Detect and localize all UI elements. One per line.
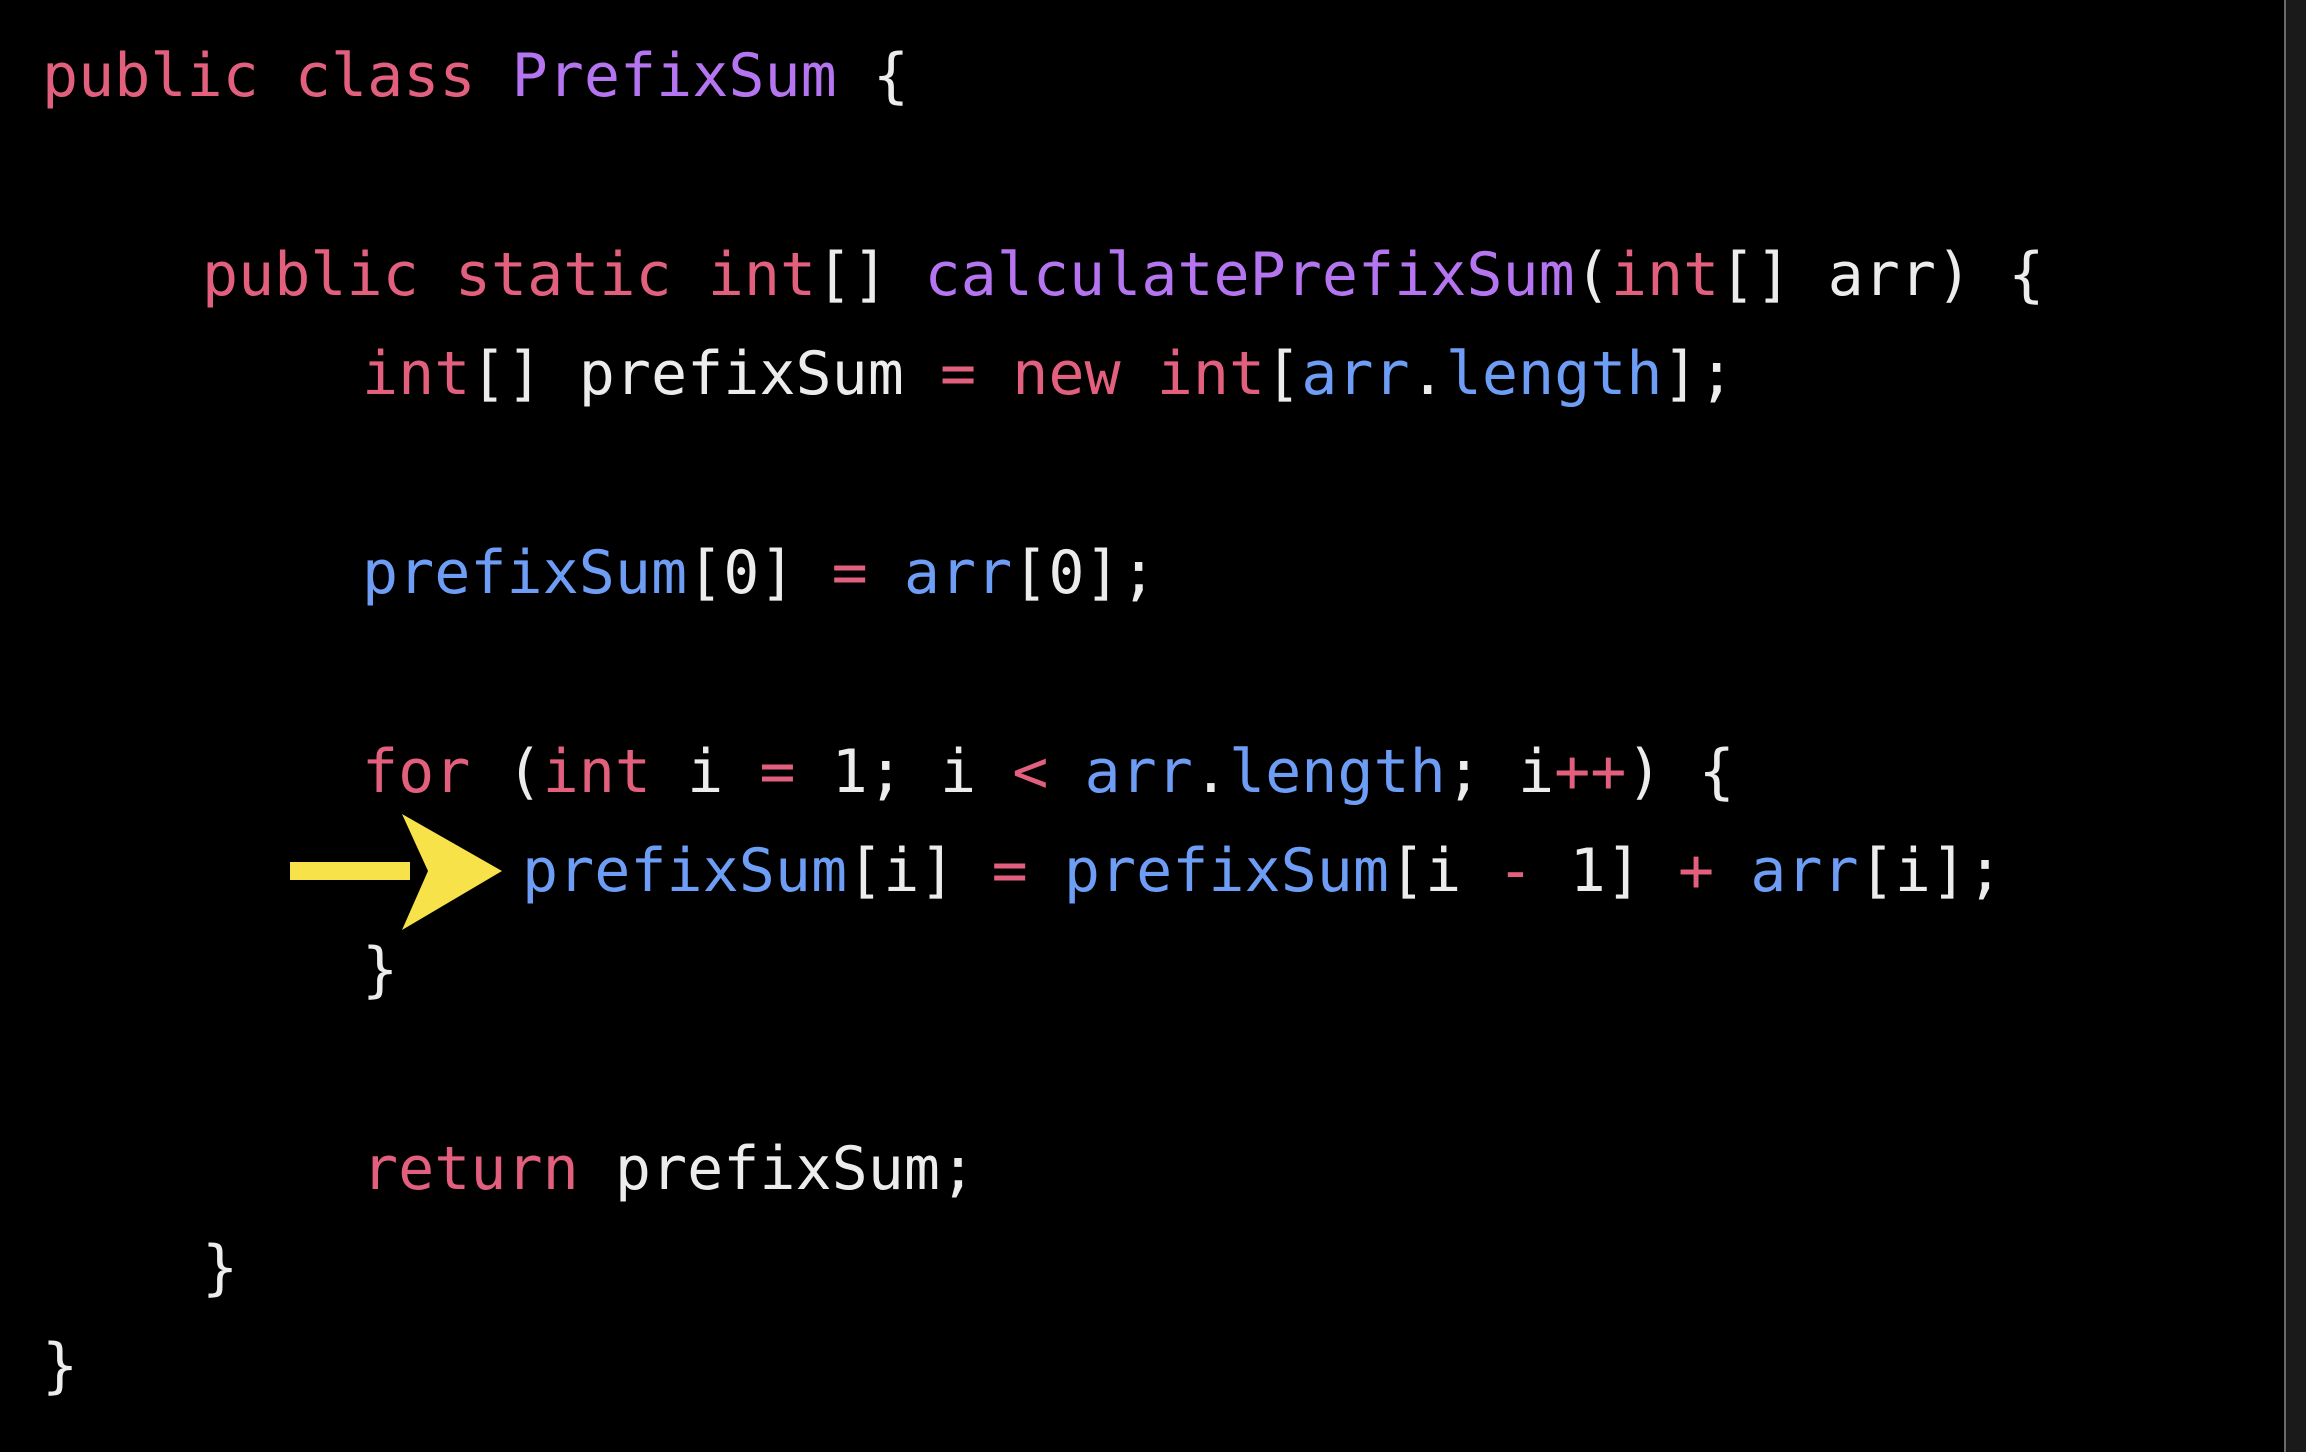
code-token-variable: prefixSum bbox=[522, 836, 848, 906]
code-token-punctuation bbox=[1714, 836, 1750, 906]
code-token-punctuation bbox=[1048, 737, 1084, 807]
code-token-punctuation bbox=[1121, 339, 1157, 409]
code-token-operator: = bbox=[991, 836, 1028, 906]
code-token-keyword: int bbox=[362, 339, 471, 409]
code-token-variable: arr bbox=[1301, 339, 1410, 409]
code-token-variable: arr bbox=[1084, 737, 1193, 807]
code-line: int[] prefixSum = new int[arr.length]; bbox=[362, 324, 1735, 424]
code-line: prefixSum[0] = arr[0]; bbox=[362, 523, 1157, 623]
code-token-punctuation: ; i bbox=[1445, 737, 1555, 807]
code-token-punctuation bbox=[1028, 836, 1064, 906]
code-token-punctuation: [0]; bbox=[1012, 538, 1157, 608]
code-token-type-name: PrefixSum bbox=[511, 41, 837, 111]
code-token-operator: = bbox=[939, 339, 977, 409]
arrow-shaft bbox=[290, 862, 410, 880]
code-token-punctuation: ) { bbox=[1626, 737, 1735, 807]
code-token-punctuation: ( bbox=[1574, 240, 1611, 310]
code-token-variable: arr bbox=[903, 538, 1013, 608]
code-token-punctuation bbox=[419, 240, 455, 310]
code-token-punctuation: [i]; bbox=[1858, 836, 2004, 906]
code-token-operator: - bbox=[1497, 836, 1534, 906]
code-line: } bbox=[42, 1316, 78, 1416]
code-token-variable: prefixSum bbox=[362, 538, 688, 608]
code-token-variable: prefixSum bbox=[1063, 836, 1389, 906]
code-token-punctuation: . bbox=[1409, 339, 1446, 409]
arrow-right-icon bbox=[290, 814, 502, 930]
code-token-punctuation: } bbox=[362, 935, 399, 1005]
code-token-punctuation: . bbox=[1192, 737, 1229, 807]
code-token-variable: arr bbox=[1750, 836, 1859, 906]
code-token-keyword: public bbox=[202, 240, 419, 310]
code-token-operator: = bbox=[831, 538, 868, 608]
code-token-punctuation bbox=[259, 41, 295, 111]
code-line: } bbox=[362, 920, 398, 1020]
code-token-punctuation bbox=[868, 538, 904, 608]
code-token-punctuation: [0] bbox=[687, 538, 832, 608]
code-token-punctuation: i bbox=[651, 737, 760, 807]
code-token-keyword: return bbox=[362, 1134, 579, 1204]
code-token-type-name: calculatePrefixSum bbox=[924, 240, 1575, 310]
code-token-keyword: public bbox=[42, 41, 259, 111]
code-line: public class PrefixSum { bbox=[42, 26, 909, 126]
code-token-punctuation: ( bbox=[470, 737, 543, 807]
code-token-punctuation bbox=[476, 41, 512, 111]
code-token-keyword: int bbox=[707, 240, 817, 310]
code-token-punctuation: prefixSum; bbox=[578, 1134, 977, 1204]
code-view: public class PrefixSum {public static in… bbox=[0, 0, 2284, 1452]
code-token-punctuation: } bbox=[42, 1331, 79, 1401]
code-token-keyword: static bbox=[454, 240, 672, 310]
code-line: return prefixSum; bbox=[362, 1119, 976, 1219]
code-token-punctuation: 1] bbox=[1533, 836, 1678, 906]
code-token-punctuation: [] prefixSum bbox=[470, 339, 940, 409]
code-line: public static int[] calculatePrefixSum(i… bbox=[202, 225, 2044, 325]
code-token-punctuation bbox=[672, 240, 708, 310]
code-token-punctuation: [] bbox=[816, 240, 925, 310]
window-edge bbox=[2286, 0, 2306, 1452]
code-token-operator: < bbox=[1012, 737, 1049, 807]
code-token-variable: length bbox=[1229, 737, 1446, 807]
code-token-punctuation: [] arr) { bbox=[1719, 240, 2045, 310]
code-token-keyword: for bbox=[362, 737, 471, 807]
code-line: } bbox=[202, 1218, 238, 1318]
code-token-punctuation bbox=[976, 339, 1012, 409]
code-token-punctuation: 1; i bbox=[795, 737, 1013, 807]
code-token-punctuation: { bbox=[836, 41, 909, 111]
code-token-keyword: class bbox=[294, 41, 476, 111]
code-line: for (int i = 1; i < arr.length; i++) { bbox=[362, 722, 1735, 822]
code-token-keyword: int bbox=[1156, 339, 1266, 409]
code-token-punctuation: [i] bbox=[847, 836, 992, 906]
code-token-keyword: new bbox=[1012, 339, 1121, 409]
code-token-punctuation: [i bbox=[1388, 836, 1498, 906]
code-token-keyword: int bbox=[542, 737, 651, 807]
code-token-punctuation: [ bbox=[1265, 339, 1302, 409]
code-token-operator: ++ bbox=[1554, 737, 1627, 807]
code-token-punctuation: ]; bbox=[1662, 339, 1735, 409]
code-token-operator: + bbox=[1677, 836, 1715, 906]
code-token-punctuation: } bbox=[202, 1233, 239, 1303]
code-token-variable: length bbox=[1445, 339, 1663, 409]
code-line: prefixSum[i] = prefixSum[i - 1] + arr[i]… bbox=[522, 821, 2003, 921]
code-token-operator: = bbox=[759, 737, 796, 807]
arrow-head bbox=[402, 814, 502, 930]
code-token-keyword: int bbox=[1610, 240, 1720, 310]
